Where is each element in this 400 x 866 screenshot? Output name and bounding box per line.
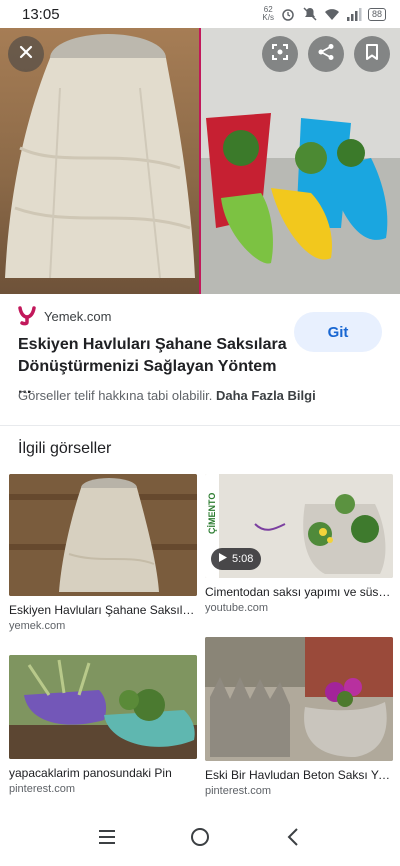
thumbnail-text: ÇİMENTO [207, 493, 217, 534]
related-source: yemek.com [9, 620, 66, 632]
home-circle-icon [190, 827, 210, 852]
related-source: pinterest.com [205, 785, 272, 797]
hero-image[interactable] [0, 28, 400, 294]
related-card[interactable]: ÇİMENTO 5:08 Cimentodan saksı yapımı ve … [205, 474, 393, 614]
video-duration: 5:08 [232, 553, 254, 565]
related-title: Eskiyen Havluları Şahane Saksılara [9, 603, 197, 617]
home-button[interactable] [180, 819, 220, 859]
related-thumbnail [205, 637, 393, 761]
source-row[interactable]: Yemek.com [18, 306, 111, 326]
copyright-notice: Görseller telif hakkına tabi olabilir. D… [18, 388, 316, 403]
related-source: pinterest.com [9, 783, 76, 795]
status-time: 13:05 [22, 5, 60, 23]
bookmark-icon [364, 43, 380, 66]
related-thumbnail [9, 474, 197, 596]
related-source: youtube.com [205, 602, 268, 614]
system-nav-bar [0, 812, 400, 866]
status-bar: 13:05 62 K/s 88 [0, 0, 400, 28]
close-icon [18, 44, 34, 65]
related-title: yapacaklarim panosundaki Pin [9, 766, 172, 780]
network-speed-unit: K/s [262, 13, 274, 22]
play-icon [219, 553, 227, 565]
battery-indicator: 88 [367, 7, 386, 21]
mute-icon [302, 6, 318, 22]
related-card[interactable]: yapacaklarim panosundaki Pin pinterest.c… [9, 655, 197, 795]
share-button[interactable] [308, 36, 344, 72]
save-button[interactable] [354, 36, 390, 72]
lens-button[interactable] [262, 36, 298, 72]
related-title: Cimentodan saksı yapımı ve süsleme [205, 585, 393, 599]
back-button[interactable] [273, 819, 313, 859]
copyright-text: Görseller telif hakkına tabi olabilir. [18, 388, 213, 403]
yemek-logo-icon [18, 306, 36, 326]
share-icon [317, 43, 335, 66]
video-duration-badge: 5:08 [211, 548, 262, 570]
status-icons: 62 K/s 88 [262, 6, 386, 22]
source-name: Yemek.com [44, 308, 112, 324]
alarm-icon [280, 6, 296, 22]
back-arrow-icon [287, 827, 299, 852]
visit-button[interactable]: Git [294, 312, 382, 352]
related-card[interactable]: Eskiyen Havluları Şahane Saksılara yemek… [9, 474, 197, 632]
lens-icon [271, 43, 289, 66]
section-divider [0, 425, 400, 426]
close-button[interactable] [8, 36, 44, 72]
menu-icon [98, 829, 116, 849]
related-card[interactable]: Eski Bir Havludan Beton Saksı Yapımı pin… [205, 637, 393, 797]
wifi-icon [324, 6, 340, 22]
related-title: Eski Bir Havludan Beton Saksı Yapımı [205, 768, 393, 782]
signal-icon [346, 6, 362, 22]
related-heading: İlgili görseller [18, 440, 112, 457]
network-speed: 62 K/s [262, 6, 274, 22]
recent-apps-button[interactable] [87, 819, 127, 859]
related-thumbnail: ÇİMENTO 5:08 [205, 474, 393, 578]
more-info-link[interactable]: Daha Fazla Bilgi [216, 388, 316, 403]
related-thumbnail [9, 655, 197, 759]
